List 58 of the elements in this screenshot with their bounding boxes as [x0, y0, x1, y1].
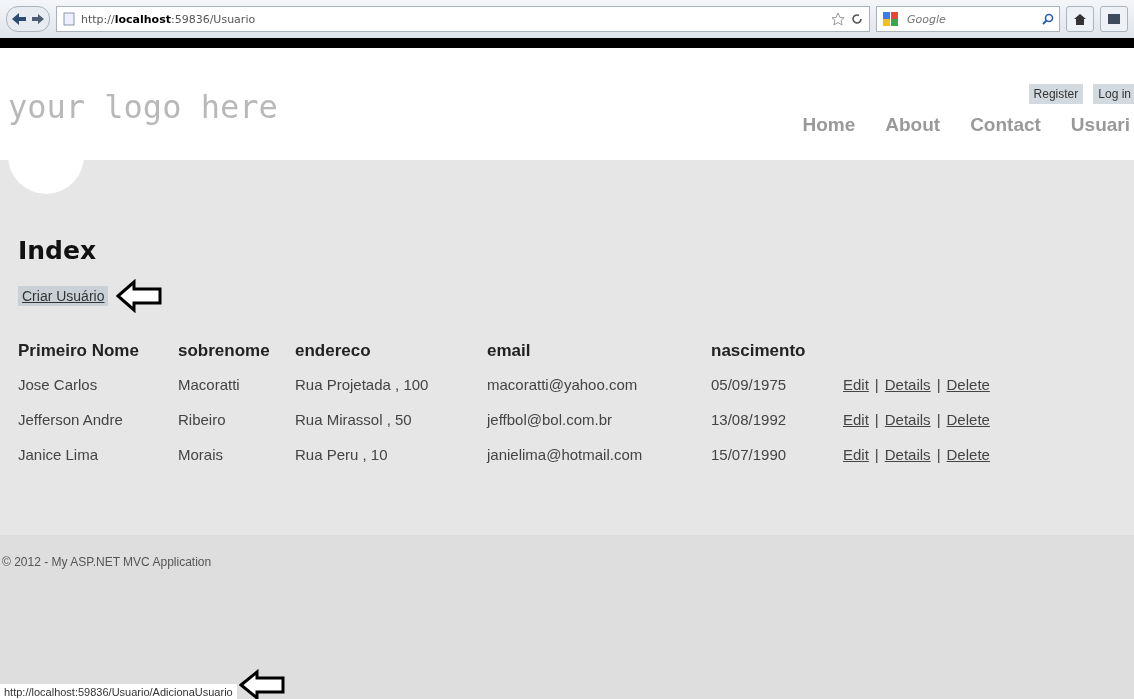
- separator: |: [935, 376, 942, 393]
- star-icon[interactable]: [831, 12, 845, 26]
- square-icon: [1107, 13, 1121, 25]
- search-field[interactable]: Google: [876, 6, 1060, 32]
- arrow-icon: [238, 669, 285, 699]
- action-link[interactable]: Details: [884, 376, 931, 393]
- column-header: email: [487, 341, 532, 362]
- home-button[interactable]: [1066, 6, 1094, 32]
- address-bar[interactable]: http://localhost:59836/Usuario: [56, 6, 870, 32]
- table-cell: macoratti@yahoo.com: [487, 367, 711, 402]
- address-text: http://localhost:59836/Usuario: [81, 12, 256, 26]
- status-url: http://localhost:59836/Usuario/AdicionaUsuario: [0, 684, 237, 699]
- account-link[interactable]: Log in: [1093, 84, 1134, 104]
- reload-icon[interactable]: [851, 13, 863, 25]
- separator: |: [873, 411, 880, 428]
- page-title: Index: [18, 235, 98, 265]
- action-link[interactable]: Edit: [843, 376, 869, 393]
- table-cell-text: Macoratti: [178, 375, 241, 395]
- column-header: endereco: [295, 341, 487, 367]
- table-cell-text: Jefferson Andre: [18, 410, 124, 430]
- search-icon[interactable]: [1042, 13, 1054, 25]
- table-cell-text: Morais: [178, 445, 224, 465]
- action-link[interactable]: Details: [884, 446, 931, 463]
- toolbar-button[interactable]: [1100, 6, 1128, 32]
- table-cell: Rua Mirassol , 50: [295, 402, 487, 437]
- home-icon: [1073, 12, 1087, 26]
- search-engine-icon: [882, 11, 900, 27]
- action-link[interactable]: Details: [884, 411, 931, 428]
- separator: |: [873, 376, 880, 393]
- table-cell-text: Ribeiro: [178, 410, 227, 430]
- table-cell-text: Janice Lima: [18, 445, 100, 465]
- table-cell-text: Jose Carlos: [18, 375, 99, 395]
- table-cell: 13/08/1992: [711, 402, 843, 437]
- column-header: nascimento: [711, 341, 807, 362]
- action-link[interactable]: Delete: [946, 376, 990, 393]
- table-cell-text: jeffbol@bol.com.br: [487, 410, 613, 430]
- page-icon: [63, 12, 75, 26]
- separator: |: [935, 446, 942, 463]
- action-link[interactable]: Edit: [843, 411, 869, 428]
- logo-text: your logo here: [7, 87, 278, 128]
- table-cell: 15/07/1990: [711, 437, 843, 472]
- action-link[interactable]: Edit: [843, 446, 869, 463]
- separator: |: [873, 446, 880, 463]
- account-link[interactable]: Register: [1028, 84, 1084, 104]
- table-cell: Rua Peru , 10: [295, 437, 487, 472]
- table-cell-text: janielima@hotmail.com: [487, 445, 644, 465]
- forward-icon[interactable]: [31, 13, 45, 25]
- table-cell: 05/09/1975: [711, 367, 843, 402]
- separator: |: [935, 411, 942, 428]
- back-icon[interactable]: [11, 12, 27, 26]
- action-link[interactable]: Delete: [946, 411, 990, 428]
- table-cell-text: Rua Projetada , 100: [295, 375, 430, 395]
- column-header: sobrenome: [178, 341, 295, 367]
- action-link[interactable]: Delete: [946, 446, 990, 463]
- arrow-icon: [116, 279, 163, 313]
- create-link[interactable]: Criar Usuário: [18, 286, 109, 306]
- footer-text: © 2012 - My ASP.NET MVC Application: [1, 554, 213, 569]
- column-header: Primeiro Nome: [18, 341, 178, 367]
